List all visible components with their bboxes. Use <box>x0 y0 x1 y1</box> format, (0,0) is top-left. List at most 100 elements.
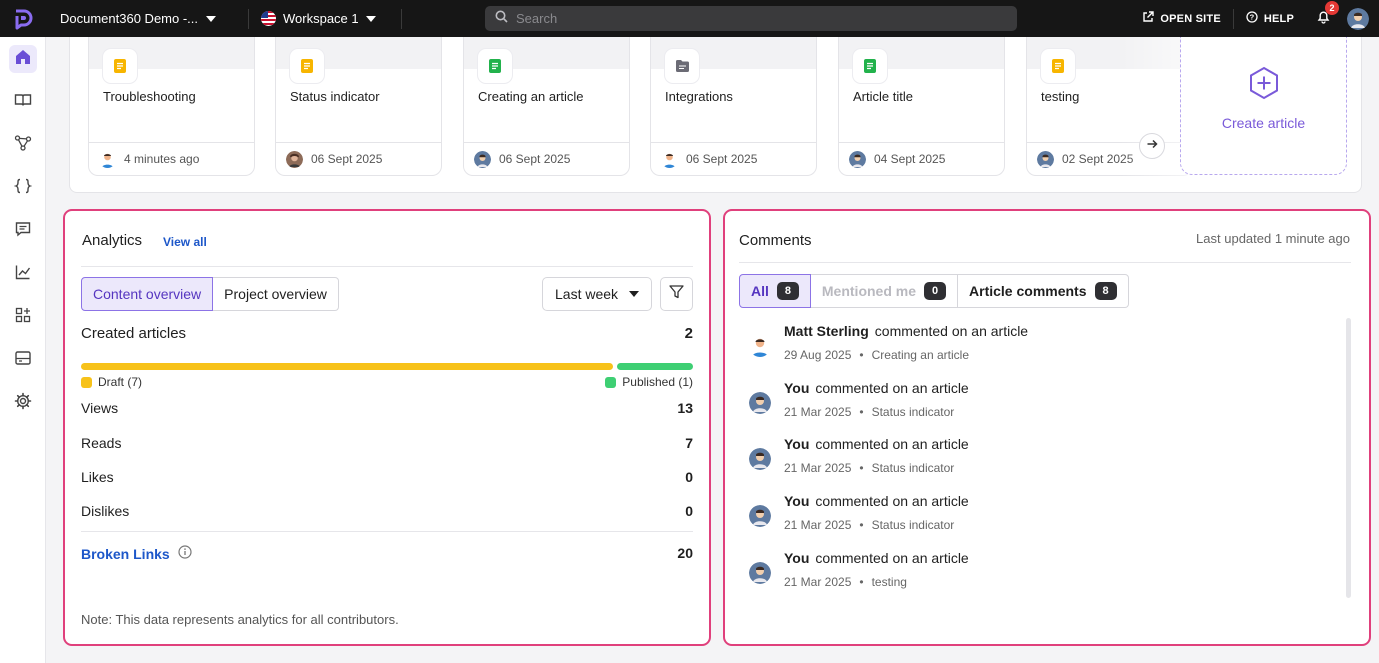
article-card[interactable]: Troubleshooting 4 minutes ago <box>88 37 255 176</box>
comment-filter-tabs: All 8 Mentioned me 0 Article comments 8 <box>739 274 1129 308</box>
nav-documentation[interactable] <box>9 88 37 116</box>
filter-button[interactable] <box>660 277 693 311</box>
document360-logo-icon[interactable] <box>0 0 46 37</box>
nav-home[interactable] <box>8 45 37 73</box>
search-bar[interactable] <box>485 6 1017 31</box>
article-date: 06 Sept 2025 <box>499 152 571 166</box>
period-value: Last week <box>555 286 619 302</box>
help-circle-icon: ? <box>1246 11 1258 26</box>
tab-all[interactable]: All 8 <box>739 274 811 308</box>
comment-author: You <box>784 380 810 396</box>
avatar <box>749 392 771 414</box>
article-title: Creating an article <box>478 89 584 104</box>
tab-content-overview[interactable]: Content overview <box>81 277 214 311</box>
article-title: Status indicator <box>290 89 380 104</box>
create-article-label: Create article <box>1221 115 1306 131</box>
article-card[interactable]: Article title 04 Sept 2025 <box>838 37 1005 176</box>
article-title: Troubleshooting <box>103 89 196 104</box>
project-name: Document360 Demo -... <box>60 11 199 26</box>
comment-meta: 21 Mar 2025 • testing <box>784 575 907 589</box>
project-switcher[interactable]: Document360 Demo -... <box>46 11 236 26</box>
draft-legend-label: Draft (7) <box>98 375 143 389</box>
comment-item[interactable]: You commented on an article 21 Mar 2025 • t… <box>749 550 1329 600</box>
avatar <box>99 151 116 168</box>
comment-item[interactable]: You commented on an article 21 Mar 2025 • S… <box>749 493 1329 543</box>
comment-meta: 21 Mar 2025 • Status indicator <box>784 405 954 419</box>
article-card[interactable]: Status indicator 06 Sept 2025 <box>275 37 442 176</box>
chat-icon <box>14 220 32 243</box>
user-avatar[interactable] <box>1347 7 1369 30</box>
bullet-separator: • <box>859 405 864 419</box>
nav-analytics[interactable] <box>9 260 37 288</box>
comments-scrollbar[interactable] <box>1346 318 1351 598</box>
comment-author: You <box>784 436 810 452</box>
divider <box>81 531 693 532</box>
article-card[interactable]: testing 02 Sept 2025 <box>1026 37 1193 176</box>
comment-author: Matt Sterling <box>784 323 869 339</box>
search-input[interactable] <box>516 11 996 26</box>
notifications-button[interactable]: 2 <box>1316 0 1339 29</box>
avatar <box>474 150 491 168</box>
article-date: 04 Sept 2025 <box>874 152 946 166</box>
broken-links-value: 20 <box>677 545 693 561</box>
article-date: 4 minutes ago <box>124 152 200 166</box>
chevron-down-icon <box>629 291 639 297</box>
help-button[interactable]: ? HELP <box>1246 11 1294 26</box>
help-label: HELP <box>1263 12 1294 25</box>
home-icon <box>14 48 32 71</box>
broken-links-link[interactable]: Broken Links <box>81 545 192 562</box>
left-nav-rail <box>0 37 46 663</box>
nav-extensions[interactable] <box>9 303 37 331</box>
comment-author: You <box>784 550 810 566</box>
comment-item[interactable]: Matt Sterling commented on an article 29 … <box>749 323 1329 373</box>
article-card[interactable]: Integrations 06 Sept 2025 <box>650 37 817 176</box>
tab-project-overview[interactable]: Project overview <box>213 277 339 311</box>
comment-article: testing <box>871 575 907 589</box>
broken-links-row: Broken Links 20 <box>81 545 693 562</box>
document-icon <box>290 49 324 83</box>
count-badge: 8 <box>1094 282 1117 300</box>
card-footer: 04 Sept 2025 <box>839 142 1004 175</box>
divider <box>81 266 693 267</box>
nav-feedback[interactable] <box>9 217 37 245</box>
comment-meta: 21 Mar 2025 • Status indicator <box>784 518 954 532</box>
workspace-switcher[interactable]: Workspace 1 <box>261 11 389 26</box>
tab-article-comments[interactable]: Article comments 8 <box>958 274 1129 308</box>
nav-api[interactable] <box>9 174 37 202</box>
create-article-card[interactable]: Create article <box>1180 37 1347 175</box>
article-date: 06 Sept 2025 <box>311 152 383 166</box>
scroll-next-button[interactable] <box>1139 133 1165 159</box>
bullet-separator: • <box>859 575 864 589</box>
comment-item[interactable]: You commented on an article 21 Mar 2025 • S… <box>749 380 1329 430</box>
avatar <box>749 562 771 584</box>
nav-workflow[interactable] <box>9 131 37 159</box>
nav-settings[interactable] <box>9 389 37 417</box>
comment-article: Status indicator <box>871 518 955 532</box>
tab-mentioned-me[interactable]: Mentioned me 0 <box>810 274 959 308</box>
comment-meta: 29 Aug 2025 • Creating an article <box>784 348 969 362</box>
comment-item[interactable]: You commented on an article 21 Mar 2025 • S… <box>749 436 1329 486</box>
period-select[interactable]: Last week <box>542 277 652 311</box>
card-footer: 06 Sept 2025 <box>464 142 629 175</box>
avatar <box>661 151 678 168</box>
metric-value: 0 <box>685 469 693 485</box>
metric-value: 13 <box>677 400 693 416</box>
published-swatch <box>605 376 617 388</box>
document-icon <box>478 49 512 83</box>
info-icon[interactable] <box>178 545 192 562</box>
nav-widgets[interactable] <box>9 346 37 374</box>
comment-date: 29 Aug 2025 <box>784 348 852 362</box>
open-site-button[interactable]: OPEN SITE <box>1142 11 1221 26</box>
top-actions: OPEN SITE ? HELP 2 <box>1142 0 1379 37</box>
avatar <box>749 335 771 357</box>
card-footer: 4 minutes ago <box>89 142 254 175</box>
card-footer: 06 Sept 2025 <box>651 142 816 175</box>
card-footer: 02 Sept 2025 <box>1027 142 1192 175</box>
comment-date: 21 Mar 2025 <box>784 575 852 589</box>
article-card[interactable]: Creating an article 06 Sept 2025 <box>463 37 630 176</box>
metric-row-likes: Likes 0 <box>81 469 693 485</box>
document-icon <box>1041 49 1075 83</box>
avatar <box>749 448 771 470</box>
view-all-link[interactable]: View all <box>163 235 207 249</box>
avatar <box>849 150 866 168</box>
